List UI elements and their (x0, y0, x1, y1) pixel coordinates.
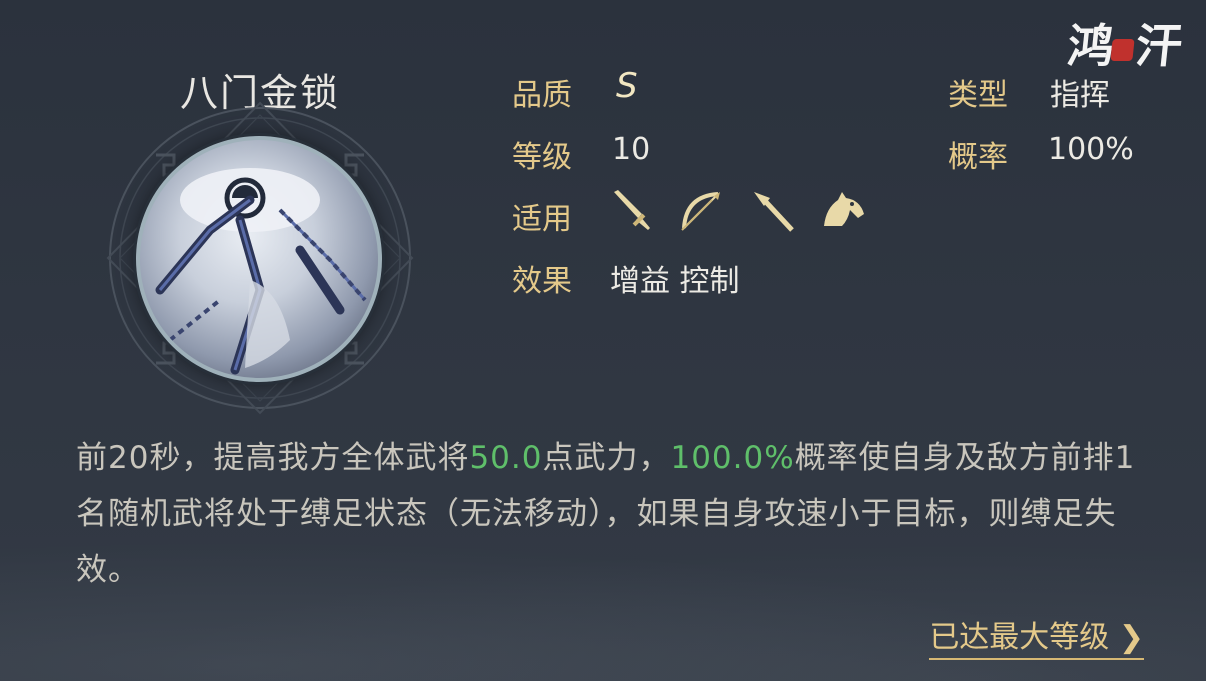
skill-emblem (136, 136, 382, 382)
chance-label: 概率 (948, 140, 1008, 175)
effect-value: 增益 控制 (610, 264, 740, 299)
highlight-might: 50.0 (469, 440, 543, 476)
max-level-link[interactable]: 已达最大等级 ❯ (929, 612, 1144, 660)
quality-value: S (616, 66, 638, 106)
level-label: 等级 (512, 140, 572, 175)
spear-icon (754, 192, 794, 232)
effect-label: 效果 (512, 264, 572, 299)
sword-icon (614, 190, 650, 230)
chevron-right-icon: ❯ (1109, 620, 1144, 655)
highlight-chance: 100.0% (670, 440, 795, 476)
type-label: 类型 (948, 78, 1008, 113)
skill-description: 前20秒，提高我方全体武将50.0点武力，100.0%概率使自身及敌方前排1名随… (76, 440, 1136, 588)
applicable-label: 适用 (512, 202, 572, 237)
bow-icon (681, 192, 720, 231)
level-value: 10 (612, 132, 651, 167)
logo-seal (1110, 39, 1135, 61)
chance-value: 100% (1048, 132, 1134, 167)
quality-label: 品质 (512, 78, 572, 113)
horse-icon (824, 192, 864, 226)
type-value: 指挥 (1050, 78, 1110, 113)
